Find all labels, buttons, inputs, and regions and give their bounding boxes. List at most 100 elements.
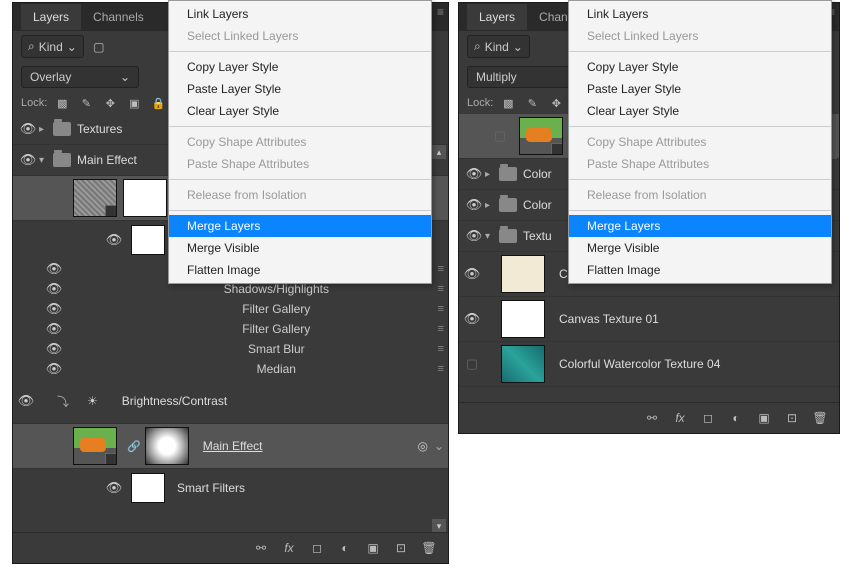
kind-select[interactable]: ⌕ Kind ⌄ [467,35,530,58]
visibility-icon[interactable]: 👁 [461,266,483,282]
filter-median[interactable]: 👁Median≡ [13,359,448,379]
visibility-icon[interactable]: 👁 [43,261,65,277]
menu-flatten-image[interactable]: Flatten Image [169,259,431,281]
visibility-icon[interactable]: 👁 [17,152,39,168]
visibility-icon[interactable]: 👁 [103,480,125,496]
menu-paste-shape[interactable]: Paste Shape Attributes [169,153,431,175]
visibility-icon[interactable]: 👁 [17,121,39,137]
chevron-right-icon[interactable]: ▸ [485,200,499,211]
layer-brightness-contrast[interactable]: 👁 ⤵ ☀ Brightness/Contrast [13,379,448,424]
layer-thumbnail[interactable] [501,345,545,383]
menu-merge-visible[interactable]: Merge Visible [169,237,431,259]
menu-paste-shape[interactable]: Paste Shape Attributes [569,153,831,175]
menu-paste-style[interactable]: Paste Layer Style [169,78,431,100]
menu-release-isolation[interactable]: Release from Isolation [169,184,431,206]
visibility-icon[interactable]: 👁 [463,228,485,244]
chevron-right-icon[interactable]: ▸ [39,124,53,135]
filter-mask-thumbnail[interactable] [131,225,165,255]
link-icon[interactable]: 🔗 [127,440,141,453]
visibility-icon[interactable]: 👁 [463,166,485,182]
blend-options-icon[interactable]: ≡ [438,323,444,335]
tab-layers[interactable]: Layers [21,4,81,30]
group-icon[interactable]: ▣ [364,539,382,557]
menu-flatten-image[interactable]: Flatten Image [569,259,831,281]
layer-watercolor-04[interactable]: ▢ Colorful Watercolor Texture 04 [459,342,839,387]
link-layers-icon[interactable]: ⚯ [252,539,270,557]
menu-clear-style[interactable]: Clear Layer Style [169,100,431,122]
filter-gallery-1[interactable]: 👁Filter Gallery≡ [13,299,448,319]
visibility-icon[interactable]: 👁 [461,311,483,327]
visibility-icon[interactable]: ▢ [489,128,511,144]
layer-thumbnail[interactable] [501,255,545,293]
chevron-down-icon[interactable]: ▾ [485,231,499,242]
layer-thumbnail[interactable] [73,179,117,217]
blend-options-icon[interactable]: ≡ [438,303,444,315]
menu-clear-style[interactable]: Clear Layer Style [569,100,831,122]
visibility-icon[interactable]: 👁 [43,301,65,317]
lock-transparency-icon[interactable]: ▩ [499,94,517,112]
visibility-icon[interactable]: 👁 [43,361,65,377]
menu-merge-layers[interactable]: Merge Layers [169,215,431,237]
layer-mask-thumbnail[interactable] [145,427,189,465]
layer-mask-thumbnail[interactable] [123,179,167,217]
trash-icon[interactable]: 🗑 [420,539,438,557]
lock-brush-icon[interactable]: ✎ [77,94,95,112]
chevron-down-icon[interactable]: ⌄ [434,439,444,453]
filter-gallery-2[interactable]: 👁Filter Gallery≡ [13,319,448,339]
menu-link-layers[interactable]: Link Layers [169,3,431,25]
blend-options-icon[interactable]: ≡ [438,263,444,275]
smart-filters-row-2[interactable]: 👁 Smart Filters [13,469,448,507]
new-layer-icon[interactable]: ⊡ [783,409,801,427]
chevron-right-icon[interactable]: ▸ [485,169,499,180]
blend-options-icon[interactable]: ≡ [438,343,444,355]
mask-icon[interactable]: ◻ [308,539,326,557]
visibility-icon[interactable]: 👁 [463,197,485,213]
scroll-down-icon[interactable]: ▾ [432,519,446,533]
visibility-icon[interactable]: ▢ [461,356,483,372]
kind-select[interactable]: ⌕ Kind ⌄ [21,35,84,58]
new-layer-icon[interactable]: ⊡ [392,539,410,557]
layer-thumbnail[interactable] [73,427,117,465]
lock-position-icon[interactable]: ✥ [101,94,119,112]
menu-paste-style[interactable]: Paste Layer Style [569,78,831,100]
menu-select-linked[interactable]: Select Linked Layers [169,25,431,47]
visibility-icon[interactable]: 👁 [43,321,65,337]
visibility-icon[interactable]: 👁 [43,341,65,357]
lock-artboard-icon[interactable]: ▣ [125,94,143,112]
fx-icon[interactable]: fx [671,409,689,427]
menu-release-isolation[interactable]: Release from Isolation [569,184,831,206]
lock-brush-icon[interactable]: ✎ [523,94,541,112]
lock-transparency-icon[interactable]: ▩ [53,94,71,112]
tab-layers[interactable]: Layers [467,4,527,30]
visibility-icon[interactable]: 👁 [43,281,65,297]
blend-mode-select[interactable]: Overlay ⌄ [21,66,139,88]
link-layers-icon[interactable]: ⚯ [643,409,661,427]
filter-smart-blur[interactable]: 👁Smart Blur≡ [13,339,448,359]
blend-options-icon[interactable]: ≡ [438,363,444,375]
scroll-up-icon[interactable]: ▴ [432,145,446,159]
menu-copy-shape[interactable]: Copy Shape Attributes [169,131,431,153]
menu-merge-visible[interactable]: Merge Visible [569,237,831,259]
menu-copy-style[interactable]: Copy Layer Style [169,56,431,78]
filter-mask-thumbnail[interactable] [131,473,165,503]
menu-copy-shape[interactable]: Copy Shape Attributes [569,131,831,153]
adjustment-icon[interactable]: ◐ [336,539,354,557]
menu-copy-style[interactable]: Copy Layer Style [569,56,831,78]
mask-icon[interactable]: ◻ [699,409,717,427]
lock-position-icon[interactable]: ✥ [547,94,565,112]
layer-thumbnail[interactable] [501,300,545,338]
trash-icon[interactable]: 🗑 [811,409,829,427]
fx-icon[interactable]: fx [280,539,298,557]
menu-icon[interactable]: ≡ [437,5,444,19]
visibility-icon[interactable]: 👁 [15,393,37,409]
layer-main-effect[interactable]: 🔗 Main Effect ◎ ⌄ [13,424,448,469]
adjustment-icon[interactable]: ◐ [727,409,745,427]
menu-link-layers[interactable]: Link Layers [569,3,831,25]
tab-channels[interactable]: Channels [81,4,156,30]
filter-pixel-icon[interactable]: ▢ [90,38,108,56]
lock-all-icon[interactable]: 🔒 [149,94,167,112]
menu-select-linked[interactable]: Select Linked Layers [569,25,831,47]
menu-merge-layers[interactable]: Merge Layers [569,215,831,237]
visibility-icon[interactable]: 👁 [103,232,125,248]
layer-canvas-01[interactable]: 👁 Canvas Texture 01 [459,297,839,342]
